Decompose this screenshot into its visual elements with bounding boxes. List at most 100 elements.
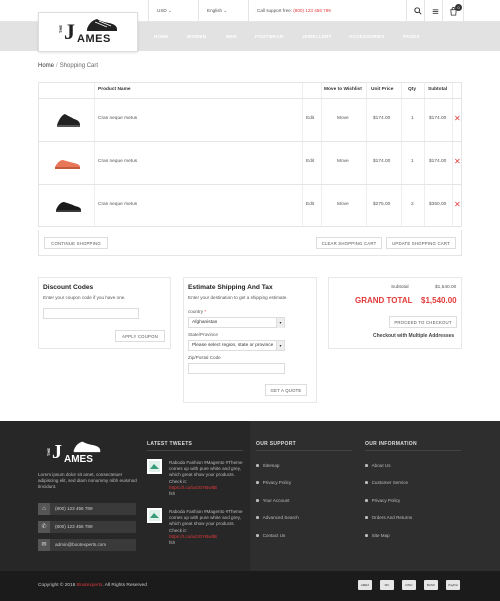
move-link[interactable]: Move: [337, 116, 349, 121]
logo-the: THE: [46, 448, 51, 456]
contact-phone-2: ✆ (800) 123 456 789: [38, 521, 136, 533]
zip-input[interactable]: [188, 363, 285, 374]
cart-table: Product Name Move to Wishlist Unit Price…: [38, 82, 462, 227]
copyright-text: Copyright © 2016 Bootexperts. All Rights…: [38, 583, 147, 588]
info-link-about[interactable]: About Us: [365, 463, 391, 468]
header-qty: Qty: [408, 87, 416, 92]
chevron-down-icon: ⌄: [223, 8, 228, 13]
language-value: English: [207, 8, 223, 13]
shoe-logo-icon: [73, 441, 101, 453]
breadcrumb-home[interactable]: Home: [38, 63, 54, 69]
info-link-privacy[interactable]: Privacy Policy: [365, 498, 400, 503]
discount-panel: Discount Codes Enter your coupon code if…: [38, 277, 171, 349]
support-label: Call support free:: [257, 8, 292, 13]
tweet-user: fsh: [169, 540, 176, 546]
header-product: Product Name: [98, 87, 131, 92]
move-link[interactable]: Move: [337, 159, 349, 164]
nav-pages[interactable]: PAGES: [403, 22, 420, 51]
chevron-down-icon: ⌄: [167, 8, 172, 13]
cart-count-badge: 0: [455, 4, 462, 11]
nav-home[interactable]: HOME: [154, 22, 169, 51]
apply-coupon-button[interactable]: APPLY COUPON: [115, 330, 165, 342]
product-image[interactable]: [54, 198, 82, 214]
support-link-privacy[interactable]: Privacy Policy: [256, 480, 291, 485]
discount-desc: Enter your coupon code if you have one.: [43, 295, 126, 300]
info-title: OUR INFORMATION: [365, 441, 417, 447]
shipping-panel: Estimate Shipping And Tax Enter your des…: [183, 277, 317, 403]
tweet-link[interactable]: https://t.co/iuOOYBwltB: [169, 485, 217, 490]
breadcrumb: Home / Shopping Cart: [38, 63, 98, 69]
product-image[interactable]: [55, 111, 81, 129]
unit-price: $174.00: [373, 159, 391, 164]
language-select[interactable]: English ⌄: [198, 0, 248, 22]
nav-accessories[interactable]: ACCESSORIES: [349, 22, 385, 51]
logo[interactable]: THE J AMES: [38, 12, 138, 52]
currency-select[interactable]: USD ⌄: [148, 0, 198, 22]
mail-icon: ✉: [38, 539, 50, 551]
row-subtotal: $174.00: [429, 159, 447, 164]
support-link-search[interactable]: Advanced Search: [256, 515, 299, 520]
delete-icon[interactable]: ✕: [454, 200, 461, 209]
edit-link[interactable]: Edit: [306, 116, 314, 121]
delete-icon[interactable]: ✕: [454, 114, 461, 123]
copyright-brand[interactable]: Bootexperts: [77, 583, 103, 588]
state-value: Please select region, state or province: [192, 343, 274, 348]
discount-title: Discount Codes: [43, 284, 94, 291]
logo-j: J: [64, 19, 75, 44]
support-link-contact[interactable]: Contact Us: [256, 533, 285, 538]
clear-cart-button[interactable]: CLEAR SHOPPING CART: [316, 237, 382, 249]
totals-panel: Subtotal $1,540.00 GRAND TOTAL $1,540.00…: [328, 277, 462, 349]
tweet-text: Raboda Fashion #Magento #Theme comes up …: [169, 460, 243, 484]
product-name[interactable]: Cras neque metus: [98, 202, 137, 207]
product-name[interactable]: Cras neque metus: [98, 159, 137, 164]
logo-j: J: [52, 441, 62, 463]
nav-jewellery[interactable]: JEWELLERY: [302, 22, 332, 51]
subtotal-value: $1,540.00: [435, 285, 457, 290]
qty-value[interactable]: 1: [411, 116, 414, 121]
nav-footwear[interactable]: FOOTWEAR: [255, 22, 283, 51]
cart-button[interactable]: 0: [442, 0, 464, 22]
edit-link[interactable]: Edit: [306, 202, 314, 207]
tweet-user: fsh: [169, 491, 176, 497]
product-image[interactable]: [53, 155, 81, 171]
support-link-account[interactable]: Your Account: [256, 498, 290, 503]
continue-shopping-button[interactable]: CONTINUE SHOPPING: [44, 237, 108, 249]
subtotal-label: Subtotal: [391, 285, 409, 290]
state-select[interactable]: Please select region, state or province ▾: [188, 340, 285, 351]
support-link-sitemap[interactable]: Sitemap: [256, 463, 279, 468]
footer-logo[interactable]: THE J AMES: [38, 438, 118, 472]
support-phone: (800) 123 456 789: [293, 8, 331, 13]
shipping-desc: Enter your destination to get a shipping…: [188, 295, 288, 300]
tweet-avatar[interactable]: [147, 459, 162, 474]
info-link-service[interactable]: Customer Service: [365, 480, 408, 485]
unit-price: $174.00: [373, 116, 391, 121]
tweet-thumb-icon: [149, 461, 160, 472]
get-quote-button[interactable]: GET A QUOTE: [265, 384, 307, 396]
move-link[interactable]: Move: [337, 202, 349, 207]
product-name[interactable]: Cras neque metus: [98, 116, 137, 121]
qty-value[interactable]: 1: [411, 159, 414, 164]
nav-men[interactable]: MEN: [226, 22, 237, 51]
qty-value[interactable]: 2: [411, 202, 414, 207]
proceed-checkout-button[interactable]: PROCEED TO CHECKOUT: [389, 316, 457, 328]
state-label: State/Province: [188, 332, 218, 337]
table-row: Cras neque metus Edit Move $174.00 1 $17…: [39, 98, 461, 141]
info-link-sitemap[interactable]: Site Map: [365, 533, 390, 538]
header-wishlist: Move to Wishlist: [324, 87, 362, 92]
nav-women[interactable]: WOMEN: [187, 22, 206, 51]
tweet-link[interactable]: https://t.co/iuOOYBwltB: [169, 534, 217, 539]
delete-icon[interactable]: ✕: [454, 157, 461, 166]
country-select[interactable]: Afghanistan ▾: [188, 317, 285, 328]
breadcrumb-current: Shopping Cart: [59, 63, 99, 69]
tweet-avatar[interactable]: [147, 508, 162, 523]
coupon-input[interactable]: [43, 308, 139, 319]
chevron-down-icon: ▾: [276, 341, 284, 350]
email-value[interactable]: admin@bootexperts.com: [55, 542, 106, 547]
info-link-returns[interactable]: Orders And Returns: [365, 515, 412, 520]
update-cart-button[interactable]: UPDATE SHOPPING CART: [386, 237, 456, 249]
search-icon: [413, 7, 422, 15]
amex-icon: AMEX: [358, 580, 372, 590]
edit-link[interactable]: Edit: [306, 159, 314, 164]
multi-address-link[interactable]: Checkout with Multiple Addresses: [373, 333, 454, 339]
contact-phone-1: ⌂ (800) 123 456 789: [38, 503, 136, 515]
